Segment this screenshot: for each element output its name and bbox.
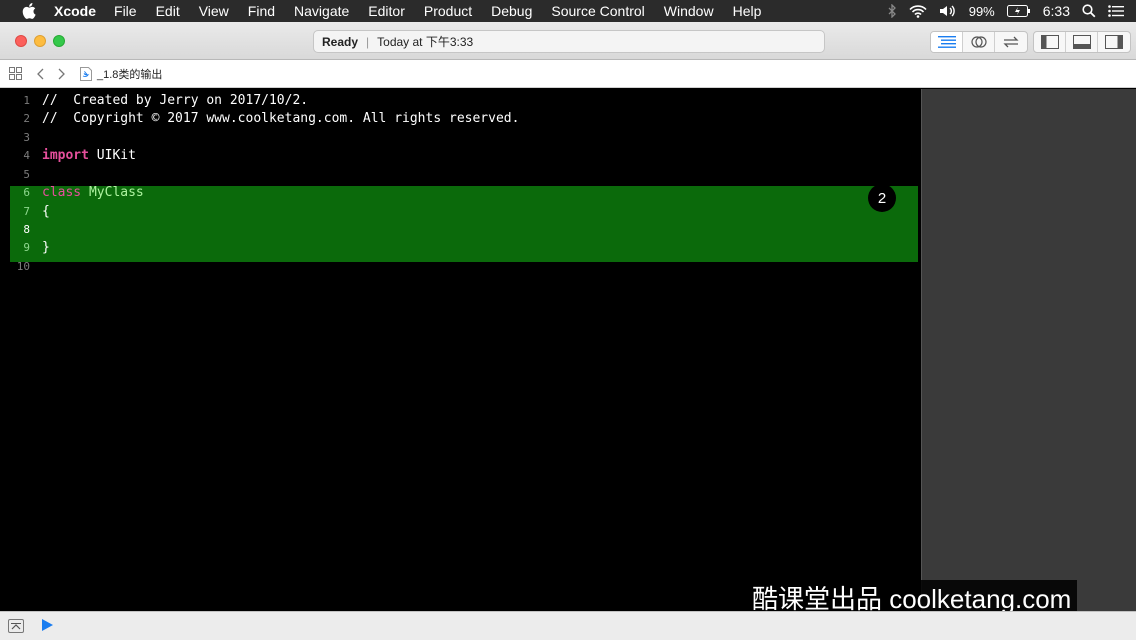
jump-bar-file-name[interactable]: _1.8类的输出 — [97, 66, 162, 82]
menu-editor[interactable]: Editor — [368, 3, 405, 19]
line-number: 3 — [23, 130, 30, 144]
wifi-icon[interactable] — [909, 4, 927, 18]
battery-charging-icon[interactable] — [1006, 5, 1031, 17]
bluetooth-icon[interactable] — [887, 4, 897, 18]
menu-window[interactable]: Window — [664, 3, 714, 19]
menu-find[interactable]: Find — [248, 3, 275, 19]
menu-bar: Xcode File Edit View Find Navigate Edito… — [0, 0, 1136, 22]
code-identifier: UIKit — [88, 147, 136, 163]
swift-file-icon — [80, 66, 92, 81]
view-toggle-control — [1033, 31, 1131, 53]
menu-file[interactable]: File — [114, 3, 137, 19]
run-play-icon[interactable] — [40, 618, 54, 637]
notification-center-icon[interactable] — [1108, 5, 1124, 17]
line-number: 8 — [23, 222, 30, 236]
status-menus: 99% 6:33 — [887, 0, 1124, 22]
code-identifier: MyClass — [81, 184, 144, 200]
line-number: 2 — [23, 111, 30, 125]
toggle-debug-area-button[interactable] — [1066, 32, 1098, 52]
menu-source-control[interactable]: Source Control — [551, 3, 644, 19]
code-line[interactable]: 1 // Created by Jerry on 2017/10/2. — [0, 91, 920, 109]
menu-view[interactable]: View — [199, 3, 229, 19]
code-line[interactable]: 9 } — [0, 238, 920, 256]
code-keyword: import — [42, 147, 89, 163]
menu-navigate[interactable]: Navigate — [294, 3, 349, 19]
window-minimize-button[interactable] — [34, 35, 46, 47]
code-text: // Created by Jerry on 2017/10/2. — [42, 92, 309, 108]
code-text: { — [42, 203, 50, 219]
source-editor[interactable]: 2 1 // Created by Jerry on 2017/10/2. 2 … — [0, 89, 920, 611]
line-number: 6 — [23, 185, 30, 199]
volume-icon[interactable] — [939, 4, 957, 18]
window-toolbar: Ready | Today at 下午3:33 — [0, 22, 1136, 60]
code-line[interactable]: 2 // Copyright © 2017 www.coolketang.com… — [0, 109, 920, 127]
back-chevron-icon[interactable] — [34, 68, 46, 80]
menu-clock[interactable]: 6:33 — [1043, 3, 1070, 19]
activity-detail: Today at 下午3:33 — [377, 35, 474, 49]
code-text: // Copyright © 2017 www.coolketang.com. … — [42, 110, 520, 126]
window-close-button[interactable] — [15, 35, 27, 47]
code-line[interactable]: 8 — [0, 220, 920, 238]
line-number: 9 — [23, 240, 30, 254]
debug-bar — [0, 611, 1136, 640]
line-number: 10 — [16, 259, 30, 273]
code-line[interactable]: 6 class MyClass — [0, 183, 920, 201]
assistant-editor-button[interactable] — [963, 32, 995, 52]
code-text: import UIKit — [42, 148, 136, 163]
menu-app-name[interactable]: Xcode — [54, 3, 96, 19]
menu-help[interactable]: Help — [733, 3, 762, 19]
jump-bar: _1.8类的输出 — [0, 60, 1136, 88]
line-number: 1 — [23, 93, 30, 107]
hide-debug-area-icon[interactable] — [8, 619, 24, 633]
watermark: 酷课堂出品 coolketang.com — [746, 580, 1078, 614]
code-line[interactable]: 3 — [0, 128, 920, 146]
line-number: 5 — [23, 167, 30, 181]
line-number: 7 — [23, 204, 30, 218]
spotlight-search-icon[interactable] — [1082, 4, 1096, 18]
activity-separator: | — [366, 34, 370, 49]
version-editor-button[interactable] — [995, 32, 1027, 52]
line-number: 4 — [23, 148, 30, 162]
code-text: } — [42, 239, 50, 255]
apple-logo-icon[interactable] — [22, 3, 38, 19]
utilities-pane — [921, 89, 1136, 611]
menu-product[interactable]: Product — [424, 3, 472, 19]
menu-edit[interactable]: Edit — [156, 3, 180, 19]
code-line[interactable]: 7 { — [0, 202, 920, 220]
code-line[interactable]: 5 — [0, 165, 920, 183]
related-items-icon[interactable] — [8, 67, 22, 80]
editor-mode-control — [930, 31, 1028, 53]
forward-chevron-icon[interactable] — [56, 68, 68, 80]
standard-editor-button[interactable] — [931, 32, 963, 52]
code-line[interactable]: 10 — [0, 257, 920, 275]
window-zoom-button[interactable] — [53, 35, 65, 47]
battery-percent[interactable]: 99% — [969, 4, 995, 19]
menu-debug[interactable]: Debug — [491, 3, 532, 19]
code-keyword: class — [42, 184, 82, 200]
activity-status: Ready — [322, 34, 359, 49]
toggle-utilities-button[interactable] — [1098, 32, 1130, 52]
toggle-navigator-button[interactable] — [1034, 32, 1066, 52]
code-line[interactable]: 4 import UIKit — [0, 146, 920, 164]
code-text: class MyClass — [42, 185, 144, 200]
activity-viewer: Ready | Today at 下午3:33 — [313, 30, 825, 53]
